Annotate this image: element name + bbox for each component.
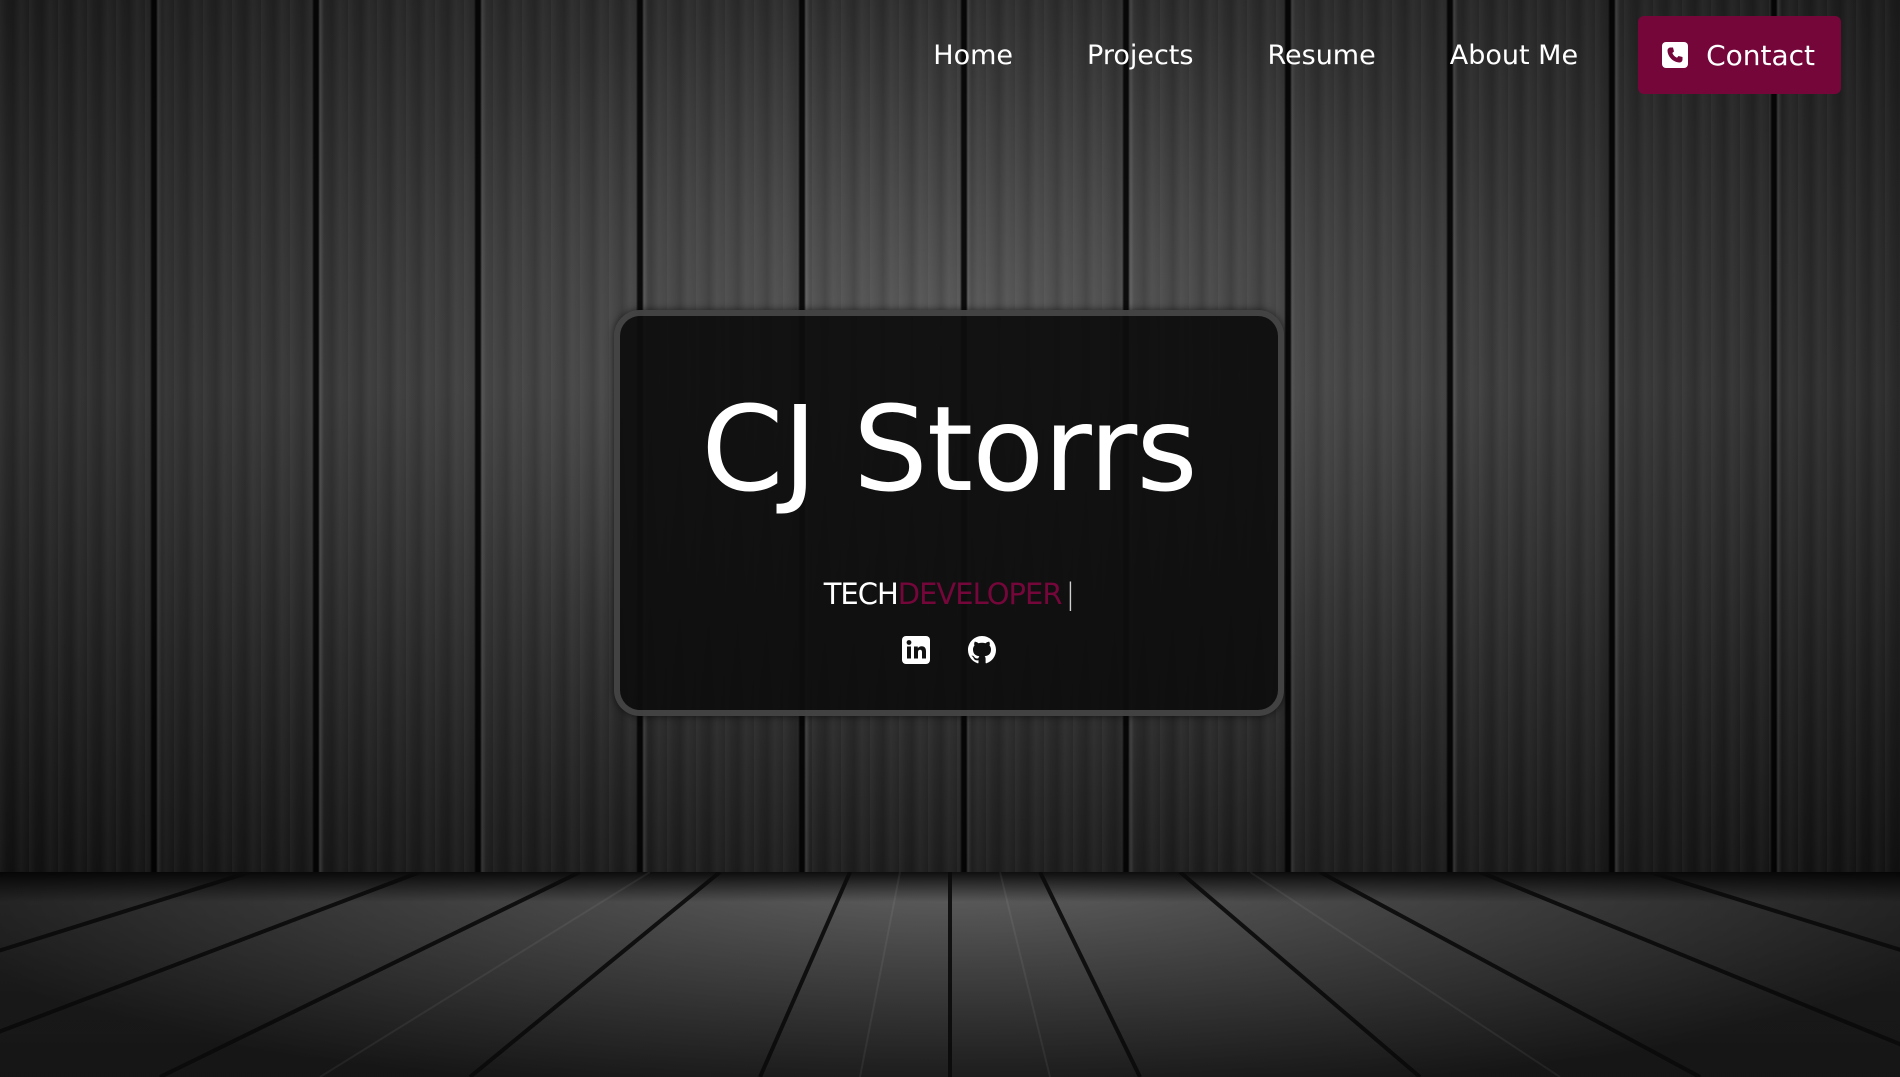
phone-square-icon [1662,42,1689,68]
tagline-prefix: TECH [823,577,899,611]
hero-card: CJ Storrs TECHDEVELOPER | [614,310,1284,716]
nav-projects[interactable]: Projects [1087,40,1193,71]
page-background: Home Projects Resume About Me Contact CJ… [0,0,1900,1077]
linkedin-icon[interactable] [900,634,932,666]
floor-planks [0,872,1900,1077]
wood-floor-background [0,872,1900,1077]
contact-button-label: Contact [1706,38,1815,72]
social-links [620,634,1278,666]
nav-resume[interactable]: Resume [1267,40,1375,71]
github-icon[interactable] [966,634,998,666]
hero-name: CJ Storrs [701,380,1198,518]
nav-home[interactable]: Home [933,40,1013,71]
hero-tagline: TECHDEVELOPER | [620,580,1278,609]
contact-button[interactable]: Contact [1638,16,1841,94]
typing-cursor: | [1065,577,1076,611]
tagline-highlight: DEVELOPER [897,577,1063,611]
top-navigation: Home Projects Resume About Me Contact [933,16,1841,94]
nav-about-me[interactable]: About Me [1450,40,1578,71]
